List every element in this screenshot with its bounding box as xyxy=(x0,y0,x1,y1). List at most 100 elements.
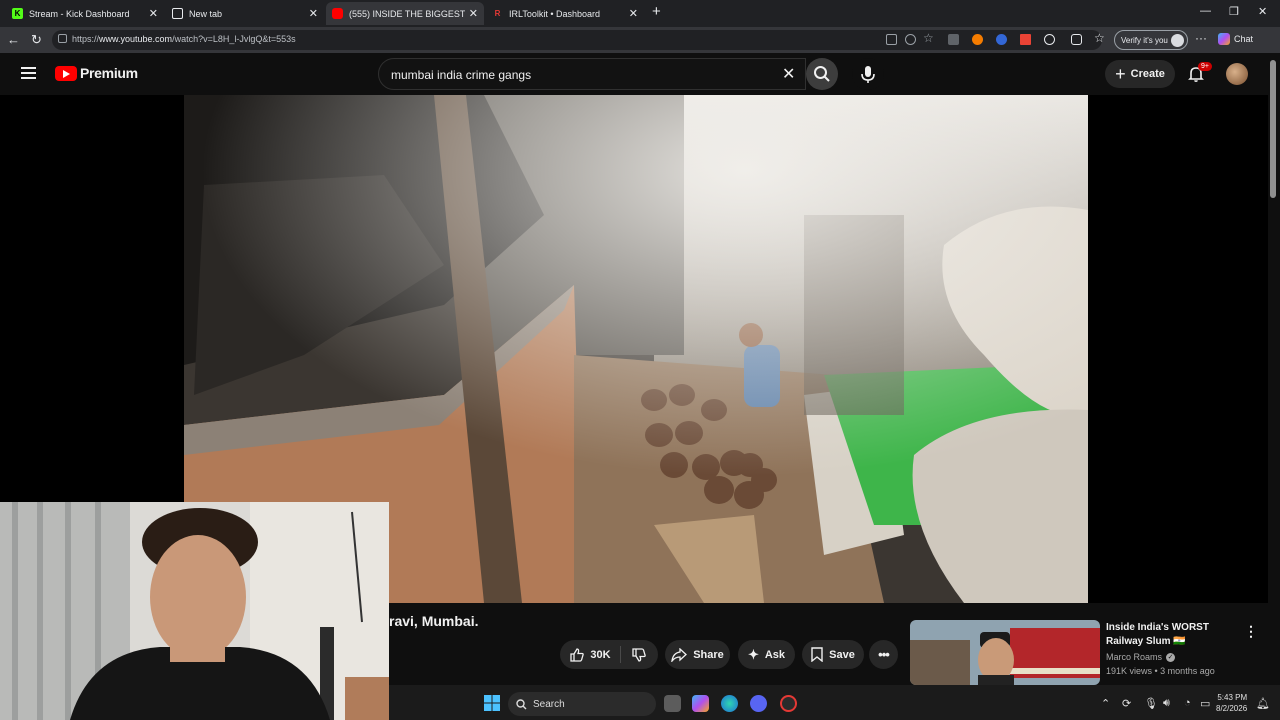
more-menu-icon[interactable]: ··· xyxy=(1195,31,1207,45)
speaker-tray-icon[interactable]: 🔊︎ xyxy=(1163,697,1170,710)
search-input[interactable]: mumbai india crime gangs xyxy=(378,58,806,90)
video-title: ravi, Mumbai. xyxy=(389,613,479,629)
irltoolkit-icon: R xyxy=(494,9,501,18)
hamburger-menu-icon[interactable] xyxy=(21,67,36,79)
save-label: Save xyxy=(829,648,855,661)
search-query-text[interactable]: mumbai india crime gangs xyxy=(391,68,531,82)
restore-icon[interactable]: ❐ xyxy=(1229,5,1239,18)
youtube-premium-logo[interactable]: Premium xyxy=(55,65,138,81)
thumbnail-image xyxy=(910,620,1100,685)
channel-name: Marco Roams xyxy=(1106,652,1163,662)
tab-label: (555) INSIDE THE BIGGEST SLUM I xyxy=(349,8,465,19)
tab-label: New tab xyxy=(189,8,223,19)
url-text: https://www.youtube.com/watch?v=L8H_l-Jv… xyxy=(72,34,296,44)
more-horizontal-icon: ••• xyxy=(878,647,890,662)
close-tab-icon[interactable]: ✕ xyxy=(309,7,318,20)
profile-avatar-icon xyxy=(1171,34,1184,47)
clear-search-x-icon[interactable]: ✕ xyxy=(782,64,795,84)
like-divider xyxy=(620,646,621,663)
minimize-icon[interactable]: — xyxy=(1200,5,1211,17)
favorite-star-icon[interactable]: ☆ xyxy=(923,31,934,45)
copilot-chat-button[interactable]: Chat xyxy=(1218,33,1253,45)
task-view-icon[interactable] xyxy=(664,695,681,712)
notification-center-icon[interactable]: 🔔︎ xyxy=(1256,697,1270,710)
tab-new-tab[interactable]: New tab ✕ xyxy=(166,2,324,25)
bookmark-icon xyxy=(811,647,823,662)
extension-download-icon[interactable] xyxy=(1020,34,1031,45)
tab-label: Stream - Kick Dashboard xyxy=(29,8,130,19)
back-arrow-icon[interactable]: ← xyxy=(7,32,20,47)
show-hidden-icons-chevron[interactable]: ⌃ xyxy=(1101,697,1110,710)
ask-label: Ask xyxy=(764,648,786,661)
clock-time: 5:43 PM xyxy=(1217,693,1248,702)
save-button[interactable]: Save xyxy=(802,640,864,669)
dislike-button[interactable] xyxy=(622,640,656,669)
wifi-tray-icon[interactable]: ◔ xyxy=(1184,697,1191,709)
taskbar-search-box[interactable]: Search xyxy=(508,692,656,716)
favorites-icon[interactable]: ☆ xyxy=(1094,31,1105,45)
recommended-video-thumbnail[interactable] xyxy=(910,620,1100,685)
webcam-image xyxy=(0,502,389,720)
sync-tray-icon[interactable]: ⟳ xyxy=(1122,697,1131,710)
search-button[interactable] xyxy=(806,58,838,90)
search-icon xyxy=(516,698,527,709)
youtube-logo-icon xyxy=(55,65,77,81)
webcam-overlay xyxy=(0,502,389,720)
extension-blue-icon[interactable] xyxy=(996,34,1007,45)
brand-text: Premium xyxy=(80,65,138,81)
address-bar-row: ← ↻ https://www.youtube.com/watch?v=L8H_… xyxy=(0,27,1280,53)
windows-start-icon[interactable] xyxy=(484,695,500,711)
discord-icon[interactable] xyxy=(750,695,767,712)
microphone-tray-icon[interactable]: 🎙︎ xyxy=(1144,697,1158,710)
close-tab-icon[interactable]: ✕ xyxy=(629,7,638,20)
create-label: Create xyxy=(1130,68,1165,80)
share-label: Share xyxy=(693,648,724,661)
create-button[interactable]: + Create xyxy=(1105,60,1175,88)
page-scrollbar-thumb[interactable] xyxy=(1270,60,1276,198)
tab-youtube-video[interactable]: (555) INSIDE THE BIGGEST SLUM I ✕ xyxy=(326,2,484,25)
extension-sync-icon[interactable] xyxy=(1044,34,1055,45)
close-window-icon[interactable]: ✕ xyxy=(1258,5,1267,18)
zoom-icon[interactable] xyxy=(905,34,916,45)
thumbs-down-icon xyxy=(632,647,646,662)
extension-shield-icon[interactable] xyxy=(948,34,959,45)
voice-search-button[interactable] xyxy=(852,58,884,90)
recommended-channel[interactable]: Marco Roams ✓ xyxy=(1106,652,1176,662)
irltoolkit-taskbar-icon[interactable] xyxy=(780,695,797,712)
battery-tray-icon[interactable]: ▭ xyxy=(1200,697,1210,710)
more-actions-button[interactable]: ••• xyxy=(869,640,898,669)
new-tab-plus-icon[interactable]: + xyxy=(652,3,661,20)
kebab-menu-icon[interactable]: ⋮ xyxy=(1244,623,1258,640)
like-button[interactable]: 30K xyxy=(560,640,620,669)
copilot-taskbar-icon[interactable] xyxy=(692,695,709,712)
extensions-puzzle-icon[interactable] xyxy=(1071,34,1082,45)
share-button[interactable]: Share xyxy=(665,640,730,669)
account-avatar[interactable] xyxy=(1226,63,1248,85)
address-bar[interactable]: https://www.youtube.com/watch?v=L8H_l-Jv… xyxy=(52,30,1102,50)
clock-date: 8/2/2026 xyxy=(1216,704,1248,713)
refresh-icon[interactable]: ↻ xyxy=(31,32,42,48)
microphone-icon xyxy=(861,66,875,83)
youtube-header: Premium mumbai india crime gangs + Creat… xyxy=(0,53,1268,95)
verify-label: Verify it's you xyxy=(1121,35,1168,45)
youtube-icon xyxy=(332,8,343,19)
extension-orange-icon[interactable] xyxy=(972,34,983,45)
tab-kick-dashboard[interactable]: K Stream - Kick Dashboard ✕ xyxy=(6,2,164,25)
browser-tab-strip: K Stream - Kick Dashboard ✕ New tab ✕ (5… xyxy=(0,0,1280,27)
share-arrow-icon xyxy=(671,647,688,662)
edge-browser-icon[interactable] xyxy=(721,695,738,712)
recommended-video-title[interactable]: Inside India's WORST Railway Slum 🇮🇳 xyxy=(1106,621,1246,649)
search-icon xyxy=(814,66,830,82)
verify-profile-button[interactable]: Verify it's you xyxy=(1114,30,1188,50)
taskbar-clock[interactable]: 5:43 PM 8/2/2026 xyxy=(1216,692,1247,714)
close-tab-icon[interactable]: ✕ xyxy=(149,7,158,20)
close-tab-icon[interactable]: ✕ xyxy=(469,7,478,20)
like-count: 30K xyxy=(590,648,611,661)
app-available-icon[interactable] xyxy=(886,34,897,45)
thumbs-up-icon xyxy=(570,647,585,662)
ask-button[interactable]: ✦ Ask xyxy=(738,640,795,669)
site-info-icon[interactable] xyxy=(58,34,67,43)
tab-irltoolkit[interactable]: R IRLToolkit • Dashboard ✕ xyxy=(486,2,644,25)
recommended-video-meta: 191K views • 3 months ago xyxy=(1106,666,1215,676)
chat-label: Chat xyxy=(1234,34,1254,44)
